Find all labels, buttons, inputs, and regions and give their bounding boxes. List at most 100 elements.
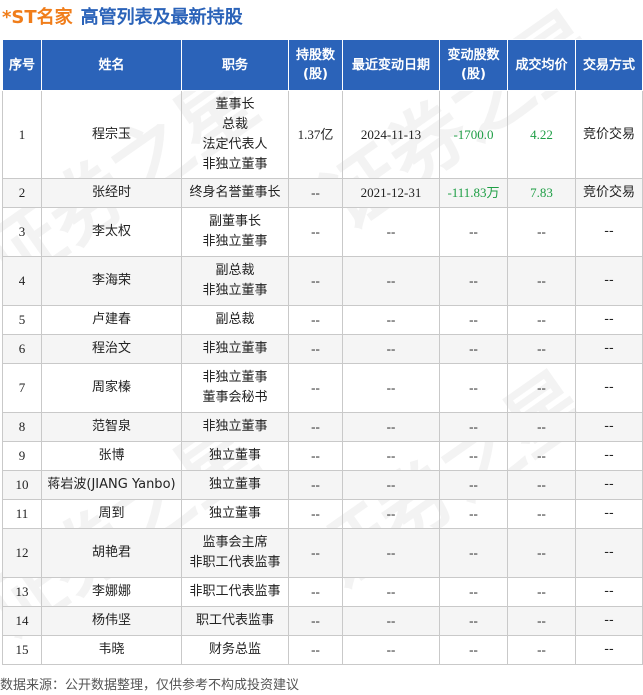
cell-method: -- xyxy=(575,441,643,471)
cell-idx: 2 xyxy=(2,178,42,208)
col-header-name: 姓名 xyxy=(41,39,182,91)
col-header-date: 最近变动日期 xyxy=(342,39,440,91)
table-row: 6 程治文 非独立董事 -- -- -- -- -- xyxy=(2,334,643,364)
cell-avg-price: -- xyxy=(507,470,576,500)
stock-name: *ST名家 xyxy=(2,7,73,28)
cell-holding: -- xyxy=(288,499,343,529)
cell-name: 卢建春 xyxy=(41,305,182,335)
col-header-method: 交易方式 xyxy=(575,39,643,91)
cell-change: -- xyxy=(439,470,508,500)
cell-date: -- xyxy=(342,412,440,442)
cell-date: -- xyxy=(342,207,440,257)
cell-position: 董事长 总裁 法定代表人 非独立董事 xyxy=(181,90,289,179)
position-line: 董事会秘书 xyxy=(202,390,268,405)
cell-method: -- xyxy=(575,528,643,578)
cell-method: -- xyxy=(575,577,643,607)
cell-name: 程治文 xyxy=(41,334,182,364)
table-row: 9 张博 独立董事 -- -- -- -- -- xyxy=(2,441,643,471)
cell-holding: -- xyxy=(288,441,343,471)
position-line: 终身名誉董事长 xyxy=(189,185,281,200)
table-row: 5 卢建春 副总裁 -- -- -- -- -- xyxy=(2,305,643,335)
col-header-change-line2: (股) xyxy=(461,67,486,82)
cell-avg-price: -- xyxy=(507,635,576,665)
cell-change: -- xyxy=(439,334,508,364)
table-row: 4 李海荣 副总裁 非独立董事 -- -- -- -- -- xyxy=(2,256,643,306)
cell-method: -- xyxy=(575,412,643,442)
cell-name: 杨伟坚 xyxy=(41,606,182,636)
executives-table: 序号 姓名 职务 持股数 (股) 最近变动日期 变动股数 (股) 成交均价 交易… xyxy=(2,39,643,665)
cell-position: 非独立董事 xyxy=(181,412,289,442)
cell-method: -- xyxy=(575,470,643,500)
cell-method: -- xyxy=(575,305,643,335)
position-line: 董事长 xyxy=(215,96,255,112)
col-header-avg-price: 成交均价 xyxy=(507,39,576,91)
cell-date: -- xyxy=(342,363,440,413)
cell-idx: 6 xyxy=(2,334,42,364)
position-line: 副总裁 xyxy=(215,263,255,278)
cell-date: -- xyxy=(342,499,440,529)
cell-idx: 9 xyxy=(2,441,42,471)
cell-idx: 15 xyxy=(2,635,42,665)
cell-avg-price: 7.83 xyxy=(507,178,576,208)
cell-name: 周家榛 xyxy=(41,363,182,413)
position-line: 非独立董事 xyxy=(202,283,268,298)
cell-method: -- xyxy=(575,606,643,636)
footer-source: 数据来源：公开数据整理，仅供参考不构成投资建议 xyxy=(0,678,300,693)
cell-change: -- xyxy=(439,528,508,578)
table-body: 1 程宗玉 董事长 总裁 法定代表人 非独立董事 1.37亿 2024-11-13 -1700.… xyxy=(2,90,643,665)
cell-date: -- xyxy=(342,441,440,471)
cell-change: -- xyxy=(439,305,508,335)
cell-name: 蒋岩波(JIANG Yanbo) xyxy=(41,470,182,500)
cell-date: -- xyxy=(342,334,440,364)
col-header-holding-line2: (股) xyxy=(303,67,328,82)
cell-position: 副董事长 非独立董事 xyxy=(181,207,289,257)
cell-date: 2024-11-13 xyxy=(342,90,440,179)
position-line: 监事会主席 xyxy=(202,535,268,550)
position-line: 副总裁 xyxy=(215,312,255,327)
page-title: 高管列表及最新持股 xyxy=(80,7,243,28)
cell-name: 范智泉 xyxy=(41,412,182,442)
col-header-change: 变动股数 (股) xyxy=(439,39,508,91)
table-row: 11 周到 独立董事 -- -- -- -- -- xyxy=(2,499,643,529)
cell-change: -- xyxy=(439,363,508,413)
cell-holding: 1.37亿 xyxy=(288,90,343,179)
cell-avg-price: -- xyxy=(507,441,576,471)
cell-avg-price: -- xyxy=(507,363,576,413)
cell-name: 张经时 xyxy=(41,178,182,208)
cell-holding: -- xyxy=(288,363,343,413)
table-row: 14 杨伟坚 职工代表监事 -- -- -- -- -- xyxy=(2,606,643,636)
cell-change: -- xyxy=(439,499,508,529)
cell-idx: 12 xyxy=(2,528,42,578)
cell-position: 非职工代表监事 xyxy=(181,577,289,607)
cell-holding: -- xyxy=(288,528,343,578)
col-header-holding-line1: 持股数 xyxy=(295,48,335,63)
cell-name: 程宗玉 xyxy=(41,90,182,179)
table-row: 7 周家榛 非独立董事 董事会秘书 -- -- -- -- -- xyxy=(2,363,643,413)
position-line: 财务总监 xyxy=(208,642,261,657)
cell-change: -- xyxy=(439,412,508,442)
cell-position: 非独立董事 董事会秘书 xyxy=(181,363,289,413)
cell-method: -- xyxy=(575,499,643,529)
position-line: 总裁 xyxy=(221,116,248,132)
cell-date: -- xyxy=(342,256,440,306)
cell-avg-price: -- xyxy=(507,577,576,607)
cell-position: 监事会主席 非职工代表监事 xyxy=(181,528,289,578)
cell-avg-price: -- xyxy=(507,606,576,636)
cell-avg-price: -- xyxy=(507,207,576,257)
cell-holding: -- xyxy=(288,577,343,607)
cell-method: -- xyxy=(575,207,643,257)
table-row: 3 李太权 副董事长 非独立董事 -- -- -- -- -- xyxy=(2,207,643,257)
cell-name: 李太权 xyxy=(41,207,182,257)
cell-date: -- xyxy=(342,606,440,636)
cell-idx: 11 xyxy=(2,499,42,529)
position-line: 非独立董事 xyxy=(202,419,268,434)
cell-avg-price: -- xyxy=(507,305,576,335)
cell-avg-price: -- xyxy=(507,499,576,529)
cell-avg-price: -- xyxy=(507,256,576,306)
col-header-idx: 序号 xyxy=(2,39,42,91)
table-row: 1 程宗玉 董事长 总裁 法定代表人 非独立董事 1.37亿 2024-11-13 -1700.… xyxy=(2,90,643,179)
cell-holding: -- xyxy=(288,305,343,335)
table-row: 2 张经时 终身名誉董事长 -- 2021-12-31 -111.83万 7.83 竞价交易 xyxy=(2,178,643,208)
cell-holding: -- xyxy=(288,334,343,364)
cell-position: 非独立董事 xyxy=(181,334,289,364)
